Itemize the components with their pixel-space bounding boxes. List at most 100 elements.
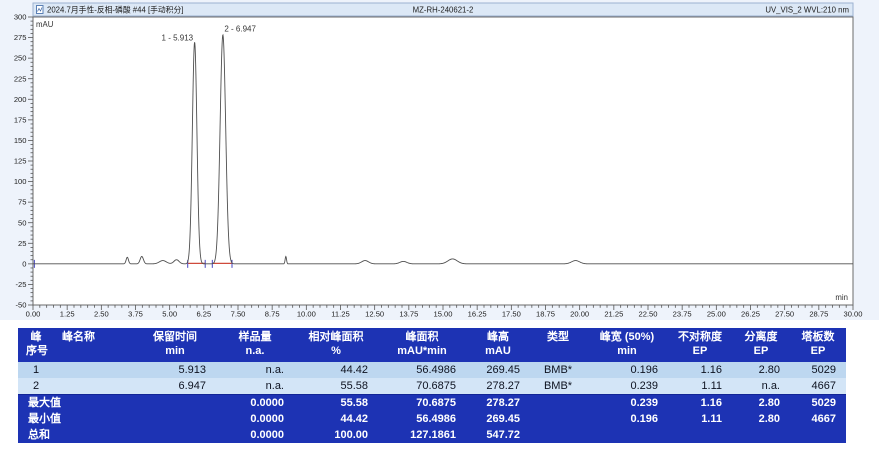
summary-cell: 4667 bbox=[790, 411, 846, 427]
y-tick-label: 100 bbox=[14, 177, 27, 186]
chart-title: 2024.7月手性-反相-磷酸 #44 [手动积分] bbox=[47, 5, 183, 15]
peak-cell: BMB* bbox=[530, 362, 586, 378]
peak-cell: 4667 bbox=[790, 378, 846, 395]
summary-cell: 127.1861 bbox=[378, 427, 466, 443]
peak-cell: 1 bbox=[18, 362, 54, 378]
y-tick-label: -25 bbox=[16, 280, 27, 289]
summary-cell bbox=[134, 411, 216, 427]
summary-cell: 0.0000 bbox=[216, 427, 294, 443]
summary-row: 最大值0.000055.5870.6875278.270.2391.162.80… bbox=[18, 394, 846, 411]
y-tick-label: 25 bbox=[18, 239, 26, 248]
peak-cell: n.a. bbox=[732, 378, 790, 395]
summary-label: 最大值 bbox=[18, 394, 134, 411]
y-tick-label: 150 bbox=[14, 136, 27, 145]
summary-cell: 0.0000 bbox=[216, 394, 294, 411]
results-table-body: 15.913n.a.44.4256.4986269.45BMB*0.1961.1… bbox=[18, 362, 846, 443]
peak-cell bbox=[54, 378, 134, 395]
peak-cell: 1.16 bbox=[668, 362, 732, 378]
column-header-11: 分离度EP bbox=[732, 328, 790, 362]
summary-cell bbox=[530, 427, 586, 443]
summary-cell bbox=[668, 427, 732, 443]
summary-cell bbox=[530, 394, 586, 411]
column-header-2: 峰名称 bbox=[54, 328, 134, 362]
x-tick-label: 26.25 bbox=[741, 310, 760, 319]
summary-cell bbox=[134, 394, 216, 411]
summary-cell: 269.45 bbox=[466, 411, 530, 427]
summary-cell: 100.00 bbox=[294, 427, 378, 443]
x-tick-label: 17.50 bbox=[502, 310, 521, 319]
summary-cell: 5029 bbox=[790, 394, 846, 411]
column-header-8: 类型 bbox=[530, 328, 586, 362]
column-header-6: 峰面积mAU*min bbox=[378, 328, 466, 362]
x-tick-label: 7.50 bbox=[231, 310, 246, 319]
x-tick-label: 16.25 bbox=[468, 310, 487, 319]
x-tick-label: 2.50 bbox=[94, 310, 109, 319]
x-tick-label: 22.50 bbox=[638, 310, 657, 319]
peak-cell: 55.58 bbox=[294, 378, 378, 395]
summary-cell: 1.11 bbox=[668, 411, 732, 427]
column-header-7: 峰高mAU bbox=[466, 328, 530, 362]
plot-area[interactable] bbox=[33, 17, 853, 305]
peak-cell: 5029 bbox=[790, 362, 846, 378]
x-tick-label: 5.00 bbox=[162, 310, 177, 319]
peak-cell: 1.11 bbox=[668, 378, 732, 395]
column-header-4: 样品量n.a. bbox=[216, 328, 294, 362]
summary-cell: 2.80 bbox=[732, 411, 790, 427]
x-tick-label: 20.00 bbox=[570, 310, 589, 319]
y-tick-label: 0 bbox=[22, 259, 26, 268]
peak-row[interactable]: 26.947n.a.55.5870.6875278.27BMB*0.2391.1… bbox=[18, 378, 846, 395]
y-tick-label: 300 bbox=[14, 13, 27, 22]
summary-cell: 70.6875 bbox=[378, 394, 466, 411]
peak-cell: 2.80 bbox=[732, 362, 790, 378]
x-tick-label: 12.50 bbox=[365, 310, 384, 319]
summary-cell: 0.196 bbox=[586, 411, 668, 427]
results-table-header: 峰序号峰名称 保留时间min样品量n.a.相对峰面积%峰面积mAU*min峰高m… bbox=[18, 328, 846, 362]
summary-cell bbox=[134, 427, 216, 443]
column-header-9: 峰宽 (50%)min bbox=[586, 328, 668, 362]
summary-row: 总和0.0000100.00127.1861547.72 bbox=[18, 427, 846, 443]
summary-label: 总和 bbox=[18, 427, 134, 443]
x-tick-label: 11.25 bbox=[331, 310, 349, 319]
peak-cell: 0.196 bbox=[586, 362, 668, 378]
summary-cell: 0.239 bbox=[586, 394, 668, 411]
x-tick-label: 28.75 bbox=[809, 310, 828, 319]
summary-cell bbox=[586, 427, 668, 443]
column-header-10: 不对称度EP bbox=[668, 328, 732, 362]
summary-cell: 1.16 bbox=[668, 394, 732, 411]
x-tick-label: 21.25 bbox=[604, 310, 623, 319]
summary-cell: 56.4986 bbox=[378, 411, 466, 427]
peak-label: 2 - 6.947 bbox=[224, 24, 256, 33]
x-tick-label: 10.00 bbox=[297, 310, 316, 319]
summary-cell: 2.80 bbox=[732, 394, 790, 411]
peak-cell: 278.27 bbox=[466, 378, 530, 395]
y-tick-label: -50 bbox=[16, 301, 27, 310]
peak-cell: 6.947 bbox=[134, 378, 216, 395]
column-header-5: 相对峰面积% bbox=[294, 328, 378, 362]
y-tick-label: 275 bbox=[14, 33, 27, 42]
integration-results-table: 峰序号峰名称 保留时间min样品量n.a.相对峰面积%峰面积mAU*min峰高m… bbox=[18, 328, 846, 443]
summary-row: 最小值 0.000044.4256.4986269.45 0.1961.112.80… bbox=[18, 411, 846, 427]
peak-row[interactable]: 15.913n.a.44.4256.4986269.45BMB*0.1961.1… bbox=[18, 362, 846, 378]
x-tick-label: 0.00 bbox=[26, 310, 41, 319]
chromatogram-icon bbox=[37, 6, 44, 14]
peak-cell: 56.4986 bbox=[378, 362, 466, 378]
summary-label: 最小值 bbox=[18, 411, 134, 427]
x-tick-label: 30.00 bbox=[843, 310, 862, 319]
column-header-1: 峰序号 bbox=[18, 328, 54, 362]
summary-cell: 44.42 bbox=[294, 411, 378, 427]
header-row: 峰序号峰名称 保留时间min样品量n.a.相对峰面积%峰面积mAU*min峰高m… bbox=[18, 328, 846, 362]
x-tick-label: 18.75 bbox=[536, 310, 555, 319]
peak-cell: 44.42 bbox=[294, 362, 378, 378]
peak-cell: 2 bbox=[18, 378, 54, 395]
peak-label: 1 - 5.913 bbox=[162, 34, 194, 43]
chart-injection-name: MZ-RH-240621-2 bbox=[413, 6, 474, 15]
x-axis-unit-label: min bbox=[835, 293, 848, 302]
summary-cell: 0.0000 bbox=[216, 411, 294, 427]
x-tick-label: 6.25 bbox=[196, 310, 211, 319]
x-tick-label: 8.75 bbox=[265, 310, 280, 319]
y-tick-label: 200 bbox=[14, 95, 27, 104]
x-tick-label: 27.50 bbox=[775, 310, 794, 319]
peak-cell: 5.913 bbox=[134, 362, 216, 378]
y-tick-label: 175 bbox=[14, 115, 27, 124]
x-tick-label: 1.25 bbox=[60, 310, 75, 319]
